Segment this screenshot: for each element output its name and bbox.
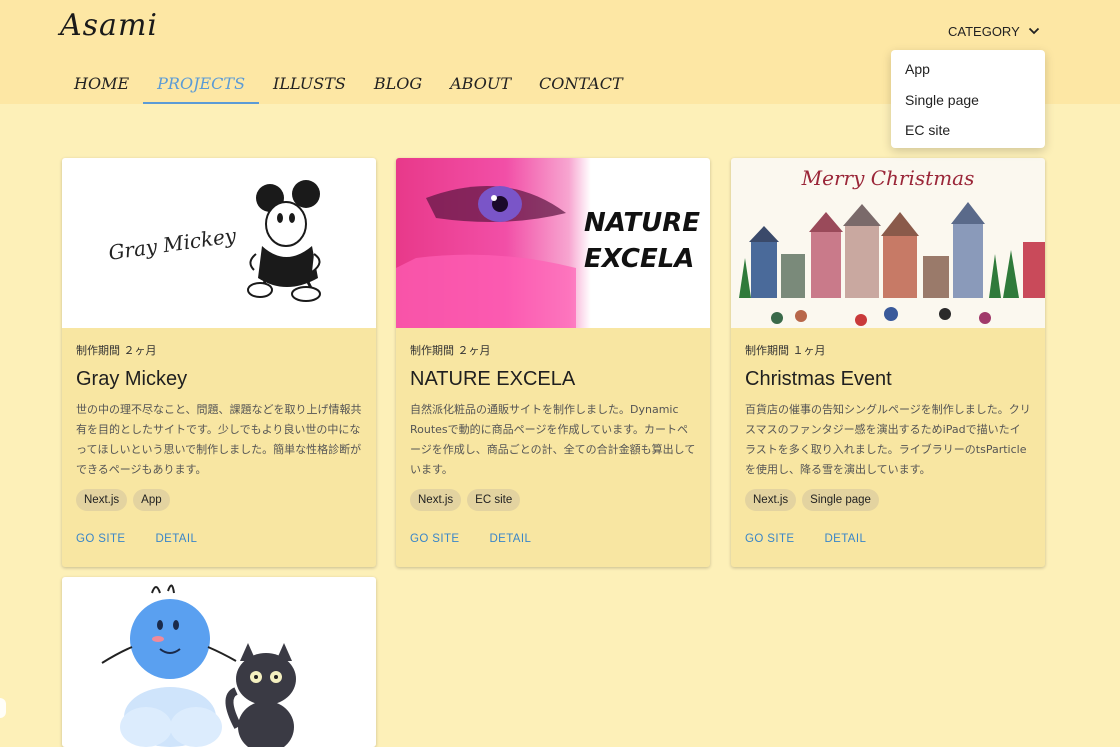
card-tags: Next.js EC site [410, 489, 696, 511]
card-actions: GO SITE DETAIL [745, 533, 1031, 567]
site-logo[interactable]: Asami [60, 8, 158, 43]
tag-chip[interactable]: Next.js [745, 489, 797, 511]
go-site-button[interactable]: GO SITE [410, 533, 459, 567]
tab-blog[interactable]: BLOG [360, 64, 436, 104]
tab-contact[interactable]: CONTACT [525, 64, 637, 104]
tab-home[interactable]: HOME [60, 64, 143, 104]
card-period: 制作期間 １ヶ月 [745, 344, 826, 357]
card-actions: GO SITE DETAIL [76, 533, 362, 567]
card-tags: Next.js Single page [745, 489, 1031, 511]
tag-chip[interactable]: Next.js [410, 489, 462, 511]
tag-chip[interactable]: App [133, 489, 170, 511]
chevron-down-icon [1028, 27, 1039, 35]
card-title: NATURE EXCELA [410, 368, 576, 390]
go-site-button[interactable]: GO SITE [745, 533, 794, 567]
card-image[interactable] [62, 577, 376, 747]
card-description: 世の中の理不尽なこと、問題、課題などを取り上げ情報共有を目的としたサイトです。少… [76, 403, 362, 476]
detail-button[interactable]: DETAIL [155, 533, 197, 567]
menu-item-ec-site[interactable]: EC site [891, 115, 1045, 146]
card-period: 制作期間 ２ヶ月 [410, 344, 491, 357]
category-button[interactable]: CATEGORY [948, 18, 1040, 44]
character-illustration [101, 584, 296, 747]
category-label: CATEGORY [948, 23, 1020, 39]
main-nav: HOME PROJECTS ILLUSTS BLOG ABOUT CONTACT [60, 64, 637, 104]
detail-button[interactable]: DETAIL [489, 533, 531, 567]
go-site-button[interactable]: GO SITE [76, 533, 125, 567]
menu-item-single-page[interactable]: Single page [891, 85, 1045, 116]
tag-chip[interactable]: Next.js [76, 489, 128, 511]
card-period: 制作期間 ２ヶ月 [76, 344, 157, 357]
project-card-nature-excela: NATURE EXCELA 制作期間 ２ヶ月 NATURE EXCELA 自然派… [396, 158, 710, 567]
scroll-indicator[interactable] [0, 698, 6, 718]
card-description: 百貨店の催事の告知シングルページを制作しました。クリスマスのファンタジー感を演出… [745, 403, 1031, 476]
christmas-town-illustration [739, 202, 1045, 326]
card-actions: GO SITE DETAIL [410, 533, 696, 567]
card-image-caption: NATURE [584, 208, 701, 238]
detail-button[interactable]: DETAIL [824, 533, 866, 567]
tab-projects[interactable]: PROJECTS [143, 64, 260, 104]
eye-illustration [396, 186, 576, 328]
tab-about[interactable]: ABOUT [436, 64, 525, 104]
card-title: Gray Mickey [76, 368, 188, 390]
card-image-caption: EXCELA [584, 244, 695, 274]
menu-item-app[interactable]: App [891, 54, 1045, 85]
card-image[interactable]: Gray Mickey [62, 158, 376, 328]
tag-chip[interactable]: Single page [802, 489, 879, 511]
tag-chip[interactable]: EC site [467, 489, 521, 511]
card-description: 自然派化粧品の通販サイトを制作しました。Dynamic Routesで動的に商品… [410, 403, 696, 476]
card-tags: Next.js App [76, 489, 362, 511]
tab-illusts[interactable]: ILLUSTS [259, 64, 360, 104]
card-image[interactable]: NATURE EXCELA [396, 158, 710, 328]
category-menu: App Single page EC site [891, 50, 1045, 148]
project-card-christmas-event: Merry Christmas 制作期間 １ヶ月 Christmas Event… [731, 158, 1045, 567]
card-title: Christmas Event [745, 368, 892, 390]
mickey-illustration [247, 180, 321, 302]
card-image[interactable]: Merry Christmas [731, 158, 1045, 328]
project-card-illustration [62, 577, 376, 747]
project-card-gray-mickey: Gray Mickey 制作期間 ２ヶ月 Gray Mickey 世の中の理不尽… [62, 158, 376, 567]
